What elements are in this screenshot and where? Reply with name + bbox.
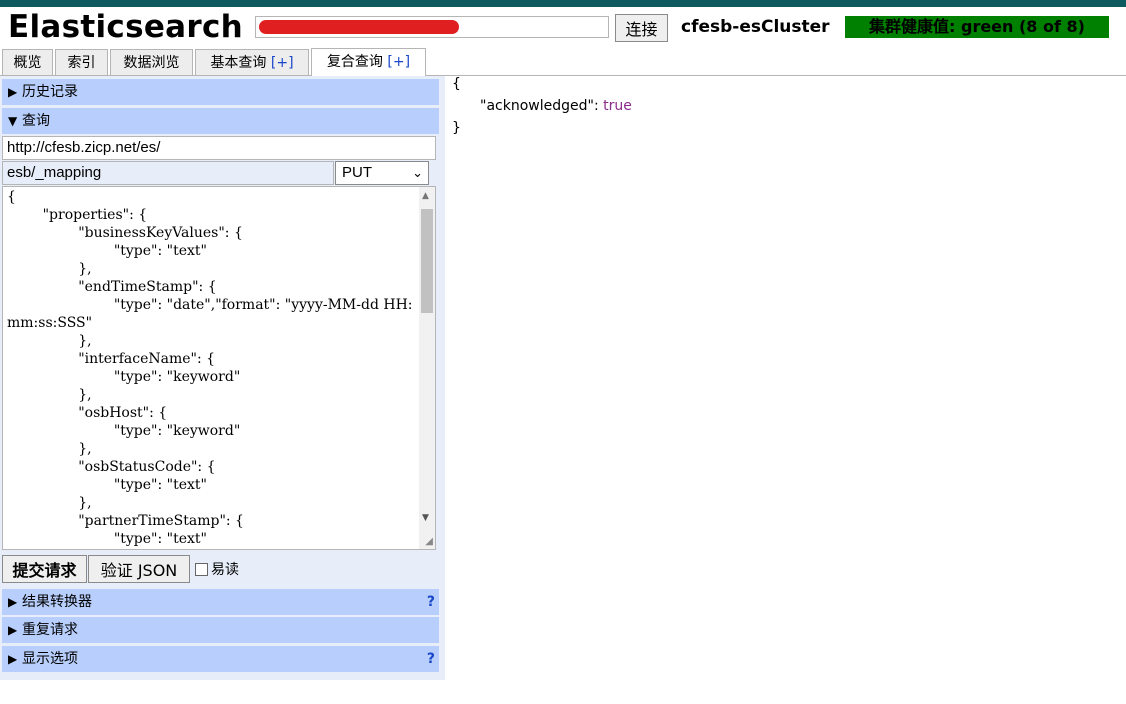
base-url-input[interactable]: http://cfesb.zicp.net/es/ (2, 136, 436, 160)
tab-add-link[interactable]: [+] (271, 55, 294, 71)
json-key: "acknowledged" (480, 98, 594, 114)
tab-label: 复合查询 (326, 54, 383, 70)
json-line: "acknowledged": true (452, 95, 632, 117)
tab-label: 索引 (67, 55, 96, 71)
scroll-thumb[interactable] (421, 209, 433, 313)
tab-label: 概览 (13, 55, 42, 71)
help-link[interactable]: ? (427, 589, 435, 615)
help-link[interactable]: ? (427, 646, 435, 672)
tab-overview[interactable]: 概览 (2, 49, 53, 75)
header: Elasticsearch 连接 cfesb-esCluster 集群健康值: … (0, 7, 1126, 47)
tab-indices[interactable]: 索引 (55, 49, 108, 75)
top-accent-bar (0, 0, 1126, 7)
tab-label: 基本查询 (210, 55, 267, 71)
json-separator: : (593, 98, 604, 114)
redaction-mark (259, 20, 459, 34)
validate-json-button[interactable]: 验证 JSON (88, 555, 190, 583)
tab-label: 数据浏览 (123, 55, 180, 71)
scroll-up-icon[interactable]: ▲ (422, 191, 429, 201)
repeat-section-header[interactable]: ▶ 重复请求 (2, 617, 439, 643)
app-title: Elasticsearch (8, 9, 244, 45)
cluster-name: cfesb-esCluster (681, 17, 830, 37)
history-section-header[interactable]: ▶ 历史记录 (2, 79, 439, 105)
transformer-label: 结果转换器 (22, 594, 92, 610)
request-body-editor[interactable]: { "properties": { "businessKeyValues": {… (2, 186, 436, 550)
json-open-brace: { (452, 76, 461, 92)
editor-scrollbar[interactable]: ▲ ▼ (419, 187, 435, 549)
http-method-select[interactable]: PUT ⌄ (335, 161, 429, 185)
json-value: true (603, 98, 632, 114)
method-value: PUT (342, 164, 372, 181)
json-close-brace: } (452, 120, 461, 136)
display-options-section-header[interactable]: ▶ 显示选项 ? (2, 646, 439, 672)
response-output: { "acknowledged": true } (452, 73, 632, 139)
query-section-header[interactable]: ▼ 查询 (2, 108, 439, 134)
tab-add-link[interactable]: [+] (387, 54, 410, 70)
pretty-print-toggle[interactable]: 易读 (195, 559, 239, 579)
tab-basic-query[interactable]: 基本查询 [+] (195, 49, 309, 75)
pretty-label: 易读 (211, 562, 239, 578)
resize-handle-icon[interactable]: ◢ (425, 536, 433, 547)
history-label: 历史记录 (22, 84, 78, 100)
expand-arrow-icon: ▶ (8, 595, 18, 609)
tab-browser[interactable]: 数据浏览 (110, 49, 193, 75)
expand-arrow-icon: ▶ (8, 85, 18, 99)
request-path-input[interactable]: esb/_mapping (2, 161, 334, 185)
collapse-arrow-icon: ▼ (8, 114, 18, 128)
scroll-down-icon[interactable]: ▼ (422, 513, 429, 523)
pretty-checkbox[interactable] (195, 563, 208, 576)
expand-arrow-icon: ▶ (8, 652, 18, 666)
repeat-label: 重复请求 (22, 622, 78, 638)
expand-arrow-icon: ▶ (8, 623, 18, 637)
tab-bar: 概览 索引 数据浏览 基本查询 [+] 复合查询 [+] (0, 47, 1126, 76)
transformer-section-header[interactable]: ▶ 结果转换器 ? (2, 589, 439, 615)
tab-any-request[interactable]: 复合查询 [+] (311, 48, 426, 76)
chevron-down-icon: ⌄ (412, 165, 423, 180)
query-label: 查询 (22, 113, 50, 129)
request-body-text: { "properties": { "businessKeyValues": {… (7, 189, 413, 547)
submit-request-button[interactable]: 提交请求 (2, 555, 87, 583)
display-options-label: 显示选项 (22, 651, 78, 667)
connect-button[interactable]: 连接 (615, 14, 668, 42)
cluster-health-badge: 集群健康值: green (8 of 8) (845, 16, 1109, 38)
